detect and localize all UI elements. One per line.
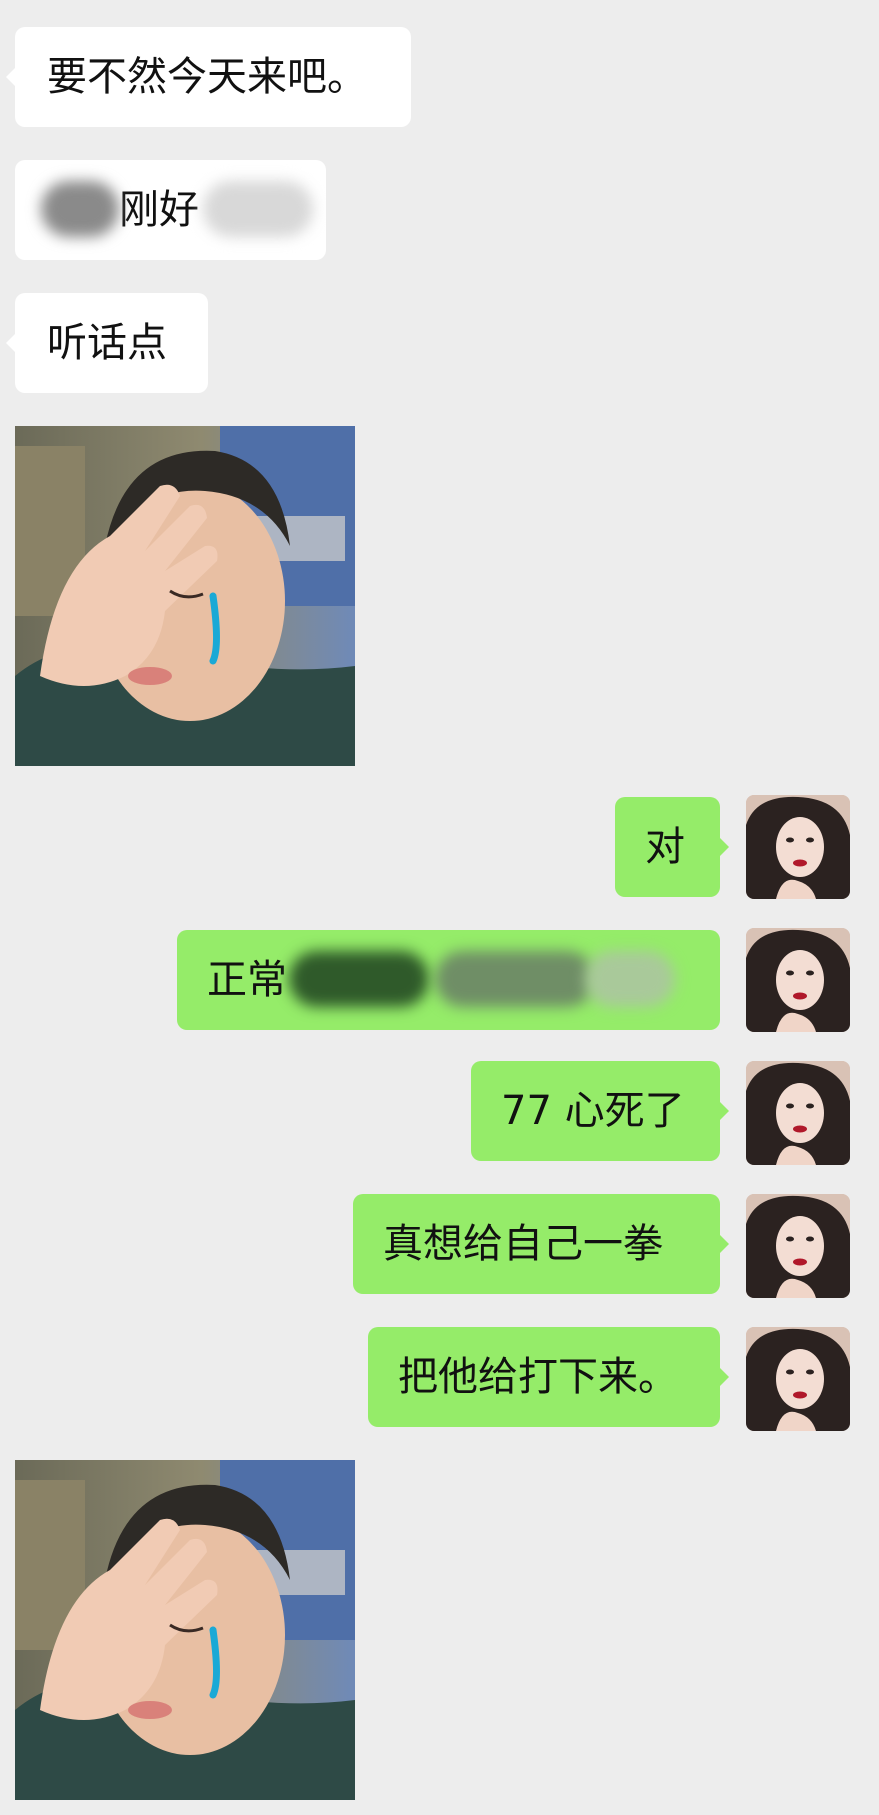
message-bubble-outgoing[interactable]: 真想给自己一拳 bbox=[353, 1194, 729, 1294]
user-avatar[interactable] bbox=[746, 928, 850, 1032]
redacted-blur bbox=[585, 951, 675, 1007]
avatar-portrait-icon bbox=[746, 1327, 850, 1431]
message-text: 听话点 bbox=[47, 320, 167, 366]
message-text: 把他给打下来。 bbox=[398, 1354, 678, 1400]
message-bubble-incoming[interactable]: 听话点 bbox=[6, 293, 208, 393]
message-bubble-outgoing[interactable]: 把他给打下来。 bbox=[368, 1327, 729, 1427]
avatar-portrait-icon bbox=[746, 795, 850, 899]
redacted-blur bbox=[41, 181, 119, 237]
message-text: 对 bbox=[645, 824, 685, 870]
message-bubble-outgoing[interactable]: 正常 bbox=[177, 930, 720, 1030]
message-text: 刚好 bbox=[119, 187, 199, 233]
user-avatar[interactable] bbox=[746, 1194, 850, 1298]
avatar-portrait-icon bbox=[746, 928, 850, 1032]
redacted-blur bbox=[203, 181, 313, 237]
message-bubble-incoming[interactable]: 要不然今天来吧。 bbox=[6, 27, 411, 127]
crying-boy-sticker-icon bbox=[15, 1460, 355, 1800]
message-text: 要不然今天来吧。 bbox=[47, 54, 367, 100]
message-text: 正常 bbox=[207, 957, 287, 1003]
avatar-portrait-icon bbox=[746, 1061, 850, 1165]
message-text: 77 心死了 bbox=[501, 1088, 685, 1134]
user-avatar[interactable] bbox=[746, 795, 850, 899]
message-text: 真想给自己一拳 bbox=[383, 1221, 663, 1267]
crying-boy-sticker-icon bbox=[15, 426, 355, 766]
avatar-portrait-icon bbox=[746, 1194, 850, 1298]
message-bubble-outgoing[interactable]: 对 bbox=[615, 797, 729, 897]
sticker-image[interactable] bbox=[15, 1460, 355, 1800]
user-avatar[interactable] bbox=[746, 1061, 850, 1165]
chat-message-list: 要不然今天来吧。 刚好 听话点 对 正常 77 心死了 真想给自己一拳 把他给打… bbox=[0, 0, 879, 1815]
message-bubble-incoming[interactable]: 刚好 bbox=[15, 160, 326, 260]
user-avatar[interactable] bbox=[746, 1327, 850, 1431]
sticker-image[interactable] bbox=[15, 426, 355, 766]
redacted-blur bbox=[289, 951, 429, 1007]
redacted-blur bbox=[435, 951, 595, 1007]
message-bubble-outgoing[interactable]: 77 心死了 bbox=[471, 1061, 729, 1161]
